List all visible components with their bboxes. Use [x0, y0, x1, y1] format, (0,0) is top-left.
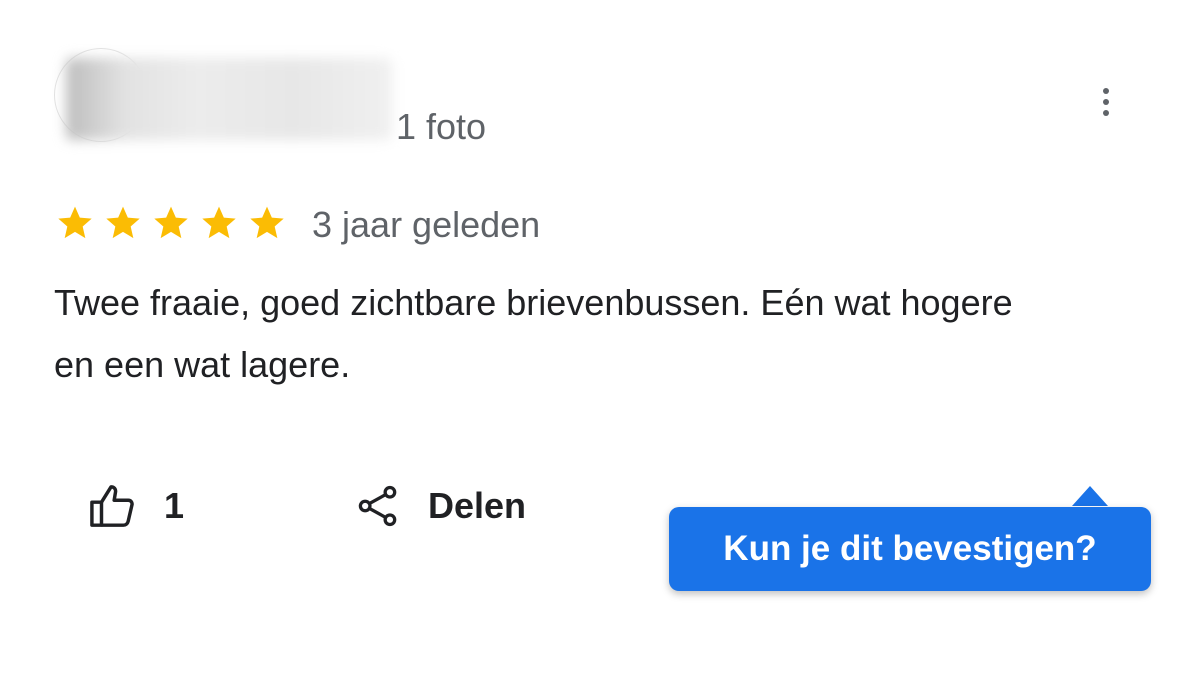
like-count: 1	[164, 485, 185, 526]
star-icon	[250, 206, 284, 239]
thumbs-up-icon	[90, 485, 134, 527]
review-age: 3 jaar geleden	[312, 204, 541, 245]
reviewer-photo-count: 1 foto	[396, 106, 487, 147]
review-text: Twee fraaie, goed zichtbare brievenbusse…	[54, 282, 1013, 385]
share-button[interactable]: Delen	[356, 478, 526, 534]
star-icon	[154, 206, 188, 239]
like-button[interactable]: 1	[88, 478, 184, 534]
share-label: Delen	[428, 485, 527, 526]
tooltip-label: Kun je dit bevestigen?	[723, 529, 1097, 568]
tooltip-arrow	[1072, 486, 1108, 506]
more-options-button[interactable]	[1090, 82, 1122, 122]
star-icon	[106, 206, 140, 239]
more-vert-icon-dot	[1103, 99, 1109, 105]
star-icon	[202, 206, 236, 239]
more-vert-icon-dot	[1103, 110, 1109, 116]
star-icon	[58, 206, 92, 239]
reviewer-name-redacted	[66, 58, 392, 140]
confirm-tooltip[interactable]: Kun je dit bevestigen?	[669, 507, 1151, 591]
star-rating	[54, 203, 288, 243]
share-icon	[358, 485, 397, 527]
more-vert-icon	[1103, 88, 1109, 94]
